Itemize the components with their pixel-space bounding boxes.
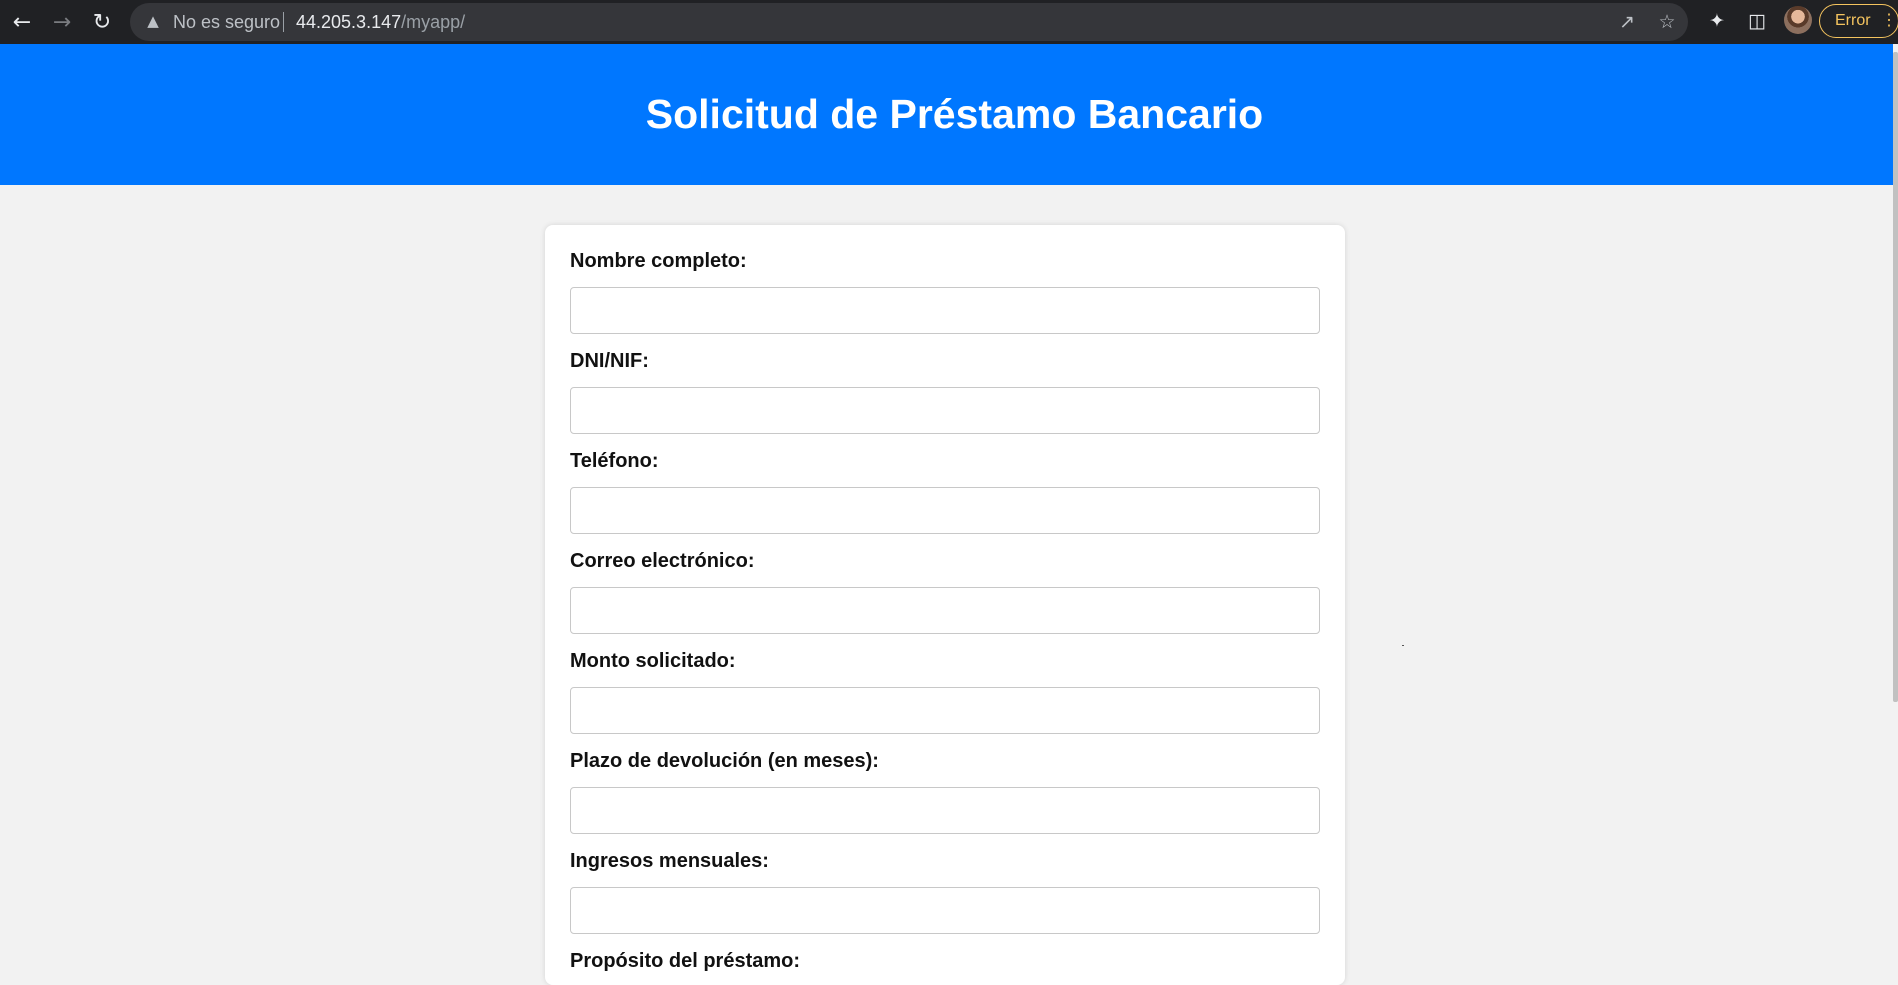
field-monto: Monto solicitado: <box>570 649 1320 734</box>
field-label: Plazo de devolución (en meses): <box>570 750 879 772</box>
stray-pixel <box>1402 645 1404 646</box>
correo-input[interactable] <box>570 587 1320 634</box>
field-plazo: Plazo de devolución (en meses): <box>570 749 1320 834</box>
loan-form: Nombre completo: DNI/NIF: Teléfono: Corr… <box>545 225 1345 985</box>
ingresos-input[interactable] <box>570 887 1320 934</box>
field-label: Ingresos mensuales: <box>570 850 769 872</box>
address-divider <box>283 12 284 32</box>
field-telefono: Teléfono: <box>570 449 1320 534</box>
telefono-input[interactable] <box>570 487 1320 534</box>
url-host: 44.205.3.147 <box>296 12 402 32</box>
nombre-input[interactable] <box>570 287 1320 334</box>
warning-triangle-icon[interactable]: ▲ <box>144 12 162 30</box>
field-label: DNI/NIF: <box>570 350 649 372</box>
field-label: Monto solicitado: <box>570 650 736 672</box>
page-title: Solicitud de Préstamo Bancario <box>645 91 1264 137</box>
security-status[interactable]: No es seguro <box>173 12 280 33</box>
profile-error-label: Error <box>1835 12 1871 29</box>
field-label: Nombre completo: <box>570 250 747 272</box>
field-label: Correo electrónico: <box>570 550 755 572</box>
side-panel-icon[interactable]: ◫ <box>1742 6 1772 36</box>
bookmark-star-icon[interactable]: ☆ <box>1654 9 1680 35</box>
monto-input[interactable] <box>570 687 1320 734</box>
scrollbar-thumb[interactable] <box>1893 52 1898 702</box>
url-text[interactable]: 44.205.3.147/myapp/ <box>296 12 465 33</box>
profile-error-button[interactable]: Error ⋮ <box>1819 4 1898 38</box>
field-label: Propósito del préstamo: <box>570 950 801 972</box>
field-dni: DNI/NIF: <box>570 349 1320 434</box>
back-icon[interactable]: ← <box>4 4 40 40</box>
scrollbar[interactable] <box>1893 44 1898 969</box>
url-path: /myapp/ <box>401 12 466 32</box>
field-label: Teléfono: <box>570 450 659 472</box>
page-header: Solicitud de Préstamo Bancario <box>0 44 1893 185</box>
field-ingresos: Ingresos mensuales: <box>570 849 1320 934</box>
field-proposito: Propósito del préstamo: <box>570 949 1320 973</box>
browser-toolbar: ← → ↻ ▲ No es seguro 44.205.3.147/myapp/… <box>0 0 1898 44</box>
forward-icon[interactable]: → <box>44 4 80 40</box>
plazo-input[interactable] <box>570 787 1320 834</box>
dni-input[interactable] <box>570 387 1320 434</box>
field-nombre: Nombre completo: <box>570 249 1320 334</box>
field-correo: Correo electrónico: <box>570 549 1320 634</box>
share-icon[interactable]: ↗ <box>1614 9 1640 35</box>
avatar[interactable] <box>1784 6 1812 34</box>
extensions-icon[interactable]: ✦ <box>1702 6 1732 36</box>
reload-icon[interactable]: ↻ <box>84 4 120 40</box>
address-bar[interactable]: ▲ No es seguro 44.205.3.147/myapp/ ↗ ☆ <box>130 3 1688 41</box>
menu-dots-icon[interactable]: ⋮ <box>1881 5 1897 36</box>
